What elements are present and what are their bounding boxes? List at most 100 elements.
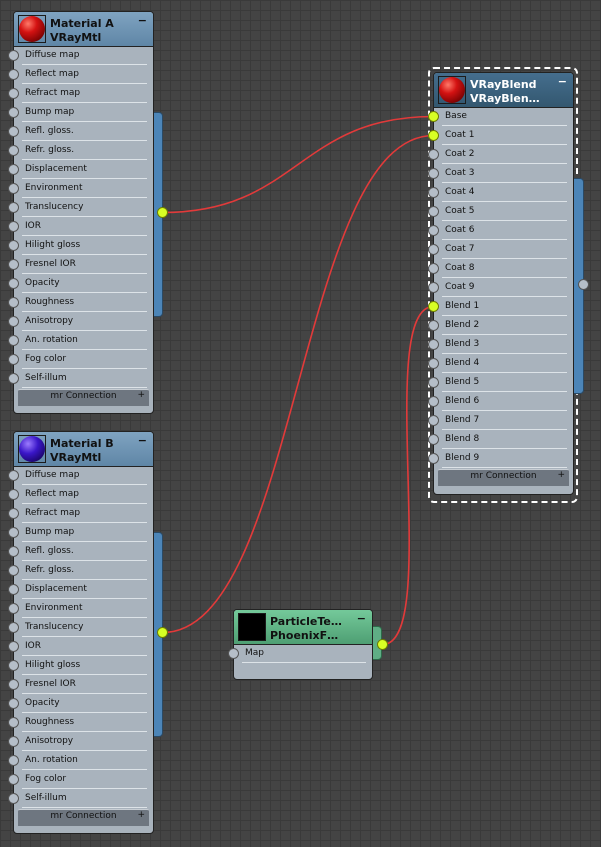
material-b-output-socket[interactable]: [157, 627, 168, 638]
vrayblend-slot-blend-9[interactable]: Blend 9: [428, 450, 573, 469]
vrayblend-slot-coat-2[interactable]: Coat 2: [428, 146, 573, 165]
mr-connection-footer[interactable]: mr Connection +: [438, 469, 569, 486]
expand-plus-icon[interactable]: +: [557, 470, 565, 480]
material-a-slot-refract-map[interactable]: Refract map: [8, 85, 153, 104]
material-b-slot-an-rotation[interactable]: An. rotation: [8, 752, 153, 771]
expand-plus-icon[interactable]: +: [137, 390, 145, 400]
material-b-node[interactable]: Material B VRayMtl − Diffuse map Reflect …: [8, 431, 154, 834]
particle-slot-map[interactable]: Map: [228, 645, 372, 664]
vrayblend-blend-1-socket[interactable]: [428, 301, 439, 312]
collapse-icon[interactable]: −: [138, 434, 147, 447]
material-a-slot-fresnel-ior[interactable]: Fresnel IOR: [8, 256, 153, 275]
material-a-slot-reflect-map[interactable]: Reflect map: [8, 66, 153, 85]
particle-header[interactable]: ParticleTe… PhoenixF… −: [234, 610, 372, 645]
material-a-slot-bump-map[interactable]: Bump map: [8, 104, 153, 123]
vrayblend-coat-1-socket[interactable]: [428, 130, 439, 141]
particle-map-socket[interactable]: [228, 648, 239, 659]
material-a-diffuse-map-socket[interactable]: [8, 50, 19, 61]
vrayblend-coat-7-socket[interactable]: [428, 244, 439, 255]
material-a-output-socket[interactable]: [157, 207, 168, 218]
material-a-slot-refr-gloss[interactable]: Refr. gloss.: [8, 142, 153, 161]
vrayblend-slot-blend-4[interactable]: Blend 4: [428, 355, 573, 374]
vrayblend-slot-blend-3[interactable]: Blend 3: [428, 336, 573, 355]
material-b-refl-gloss-socket[interactable]: [8, 546, 19, 557]
material-a-slot-anisotropy[interactable]: Anisotropy: [8, 313, 153, 332]
material-b-ior-socket[interactable]: [8, 641, 19, 652]
vrayblend-blend-7-socket[interactable]: [428, 415, 439, 426]
material-a-slot-displacement[interactable]: Displacement: [8, 161, 153, 180]
vrayblend-blend-8-socket[interactable]: [428, 434, 439, 445]
vrayblend-slot-coat-5[interactable]: Coat 5: [428, 203, 573, 222]
vrayblend-slot-blend-6[interactable]: Blend 6: [428, 393, 573, 412]
material-a-slot-refl-gloss[interactable]: Refl. gloss.: [8, 123, 153, 142]
vrayblend-slot-coat-3[interactable]: Coat 3: [428, 165, 573, 184]
material-b-an-rotation-socket[interactable]: [8, 755, 19, 766]
material-b-displacement-socket[interactable]: [8, 584, 19, 595]
material-b-slot-environment[interactable]: Environment: [8, 600, 153, 619]
material-b-roughness-socket[interactable]: [8, 717, 19, 728]
vrayblend-slot-blend-5[interactable]: Blend 5: [428, 374, 573, 393]
material-a-slot-ior[interactable]: IOR: [8, 218, 153, 237]
material-a-fog-color-socket[interactable]: [8, 354, 19, 365]
material-b-diffuse-map-socket[interactable]: [8, 470, 19, 481]
vrayblend-slot-coat-4[interactable]: Coat 4: [428, 184, 573, 203]
material-b-slot-refl-gloss[interactable]: Refl. gloss.: [8, 543, 153, 562]
collapse-icon[interactable]: −: [558, 75, 567, 88]
material-a-translucency-socket[interactable]: [8, 202, 19, 213]
material-a-slot-hilight-gloss[interactable]: Hilight gloss: [8, 237, 153, 256]
material-b-hilight-gloss-socket[interactable]: [8, 660, 19, 671]
material-b-slot-refr-gloss[interactable]: Refr. gloss.: [8, 562, 153, 581]
material-b-slot-refract-map[interactable]: Refract map: [8, 505, 153, 524]
material-b-slot-opacity[interactable]: Opacity: [8, 695, 153, 714]
material-a-bump-map-socket[interactable]: [8, 107, 19, 118]
material-b-bump-map-socket[interactable]: [8, 527, 19, 538]
material-a-refr-gloss-socket[interactable]: [8, 145, 19, 156]
material-b-slot-diffuse-map[interactable]: Diffuse map: [8, 467, 153, 486]
vrayblend-base-socket[interactable]: [428, 111, 439, 122]
vrayblend-slot-blend-1[interactable]: Blend 1: [428, 298, 573, 317]
material-a-slot-fog-color[interactable]: Fog color: [8, 351, 153, 370]
vrayblend-slot-coat-9[interactable]: Coat 9: [428, 279, 573, 298]
material-b-slot-fog-color[interactable]: Fog color: [8, 771, 153, 790]
particle-output-socket[interactable]: [377, 639, 388, 650]
vrayblend-coat-4-socket[interactable]: [428, 187, 439, 198]
material-a-fresnel-ior-socket[interactable]: [8, 259, 19, 270]
vrayblend-coat-8-socket[interactable]: [428, 263, 439, 274]
material-b-header[interactable]: Material B VRayMtl −: [14, 432, 153, 467]
mr-connection-footer[interactable]: mr Connection +: [18, 389, 149, 406]
material-a-an-rotation-socket[interactable]: [8, 335, 19, 346]
vrayblend-blend-2-socket[interactable]: [428, 320, 439, 331]
material-b-slot-translucency[interactable]: Translucency: [8, 619, 153, 638]
expand-plus-icon[interactable]: +: [137, 810, 145, 820]
material-b-refract-map-socket[interactable]: [8, 508, 19, 519]
material-a-roughness-socket[interactable]: [8, 297, 19, 308]
material-b-refr-gloss-socket[interactable]: [8, 565, 19, 576]
material-b-self-illum-socket[interactable]: [8, 793, 19, 804]
vrayblend-node[interactable]: VRayBlend VRayBlen… − Base Coat 1 Coat 2 Co…: [428, 72, 574, 495]
material-a-slot-diffuse-map[interactable]: Diffuse map: [8, 47, 153, 66]
material-b-slot-anisotropy[interactable]: Anisotropy: [8, 733, 153, 752]
material-a-hilight-gloss-socket[interactable]: [8, 240, 19, 251]
material-a-node[interactable]: Material A VRayMtl − Diffuse map Reflect …: [8, 11, 154, 414]
vrayblend-slot-coat-8[interactable]: Coat 8: [428, 260, 573, 279]
material-b-fog-color-socket[interactable]: [8, 774, 19, 785]
vrayblend-output-socket[interactable]: [578, 279, 589, 290]
material-a-slot-roughness[interactable]: Roughness: [8, 294, 153, 313]
material-b-slot-ior[interactable]: IOR: [8, 638, 153, 657]
vrayblend-slot-coat-6[interactable]: Coat 6: [428, 222, 573, 241]
material-b-reflect-map-socket[interactable]: [8, 489, 19, 500]
material-b-slot-hilight-gloss[interactable]: Hilight gloss: [8, 657, 153, 676]
vrayblend-slot-blend-2[interactable]: Blend 2: [428, 317, 573, 336]
material-a-refract-map-socket[interactable]: [8, 88, 19, 99]
material-a-environment-socket[interactable]: [8, 183, 19, 194]
vrayblend-coat-2-socket[interactable]: [428, 149, 439, 160]
material-a-header[interactable]: Material A VRayMtl −: [14, 12, 153, 47]
vrayblend-coat-6-socket[interactable]: [428, 225, 439, 236]
material-b-slot-bump-map[interactable]: Bump map: [8, 524, 153, 543]
material-a-slot-environment[interactable]: Environment: [8, 180, 153, 199]
vrayblend-slot-blend-7[interactable]: Blend 7: [428, 412, 573, 431]
material-b-fresnel-ior-socket[interactable]: [8, 679, 19, 690]
material-a-slot-self-illum[interactable]: Self-illum: [8, 370, 153, 389]
material-a-slot-opacity[interactable]: Opacity: [8, 275, 153, 294]
material-a-displacement-socket[interactable]: [8, 164, 19, 175]
